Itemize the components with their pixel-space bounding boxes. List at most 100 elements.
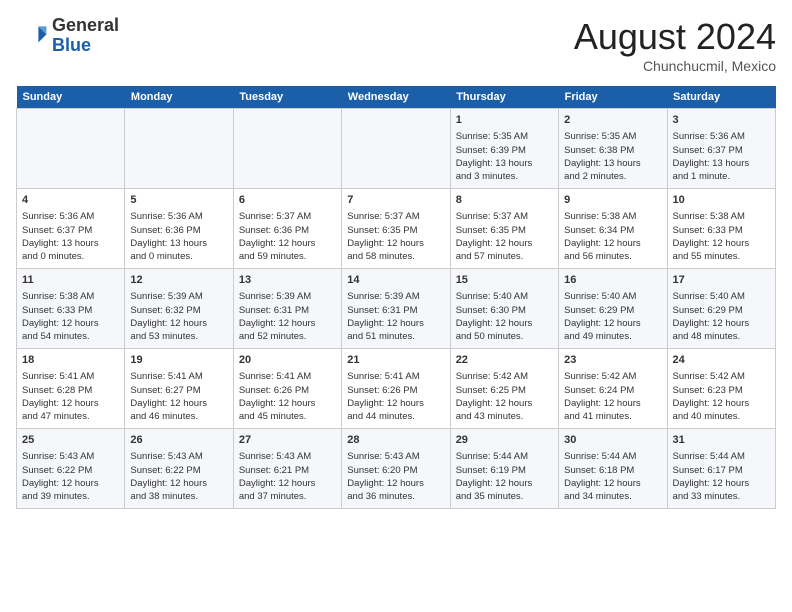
day-info-line: and 37 minutes. [239,490,336,503]
day-info-line: Sunrise: 5:41 AM [22,370,119,383]
day-info-line: Daylight: 12 hours [564,397,661,410]
day-number: 23 [564,353,661,368]
day-number: 6 [239,193,336,208]
day-cell-6: 6Sunrise: 5:37 AMSunset: 6:36 PMDaylight… [233,189,341,269]
day-cell-26: 26Sunrise: 5:43 AMSunset: 6:22 PMDayligh… [125,429,233,509]
day-info-line: Sunrise: 5:41 AM [347,370,444,383]
day-number: 14 [347,273,444,288]
day-info-line: Sunset: 6:17 PM [673,464,770,477]
day-cell-20: 20Sunrise: 5:41 AMSunset: 6:26 PMDayligh… [233,349,341,429]
day-info-line: Sunset: 6:21 PM [239,464,336,477]
day-info-line: and 43 minutes. [456,410,553,423]
column-header-wednesday: Wednesday [342,86,450,109]
day-info-line: Sunset: 6:30 PM [456,304,553,317]
day-info-line: and 57 minutes. [456,250,553,263]
day-info-line: Sunset: 6:23 PM [673,384,770,397]
day-info-line: Sunset: 6:36 PM [130,224,227,237]
day-info-line: Sunset: 6:36 PM [239,224,336,237]
month-year: August 2024 [574,16,776,58]
day-info-line: and 46 minutes. [130,410,227,423]
day-info-line: Sunset: 6:22 PM [22,464,119,477]
day-info-line: Sunrise: 5:41 AM [130,370,227,383]
day-info-line: Sunrise: 5:43 AM [347,450,444,463]
day-number: 28 [347,433,444,448]
day-info-line: Sunset: 6:19 PM [456,464,553,477]
day-cell-24: 24Sunrise: 5:42 AMSunset: 6:23 PMDayligh… [667,349,775,429]
week-row-5: 25Sunrise: 5:43 AMSunset: 6:22 PMDayligh… [17,429,776,509]
day-info-line: Sunset: 6:18 PM [564,464,661,477]
day-cell-2: 2Sunrise: 5:35 AMSunset: 6:38 PMDaylight… [559,109,667,189]
day-info-line: Sunset: 6:22 PM [130,464,227,477]
day-info-line: Sunset: 6:29 PM [673,304,770,317]
day-info-line: Sunrise: 5:44 AM [673,450,770,463]
day-info-line: Sunrise: 5:40 AM [456,290,553,303]
calendar-body: 1Sunrise: 5:35 AMSunset: 6:39 PMDaylight… [17,109,776,509]
day-cell-30: 30Sunrise: 5:44 AMSunset: 6:18 PMDayligh… [559,429,667,509]
day-info-line: Daylight: 12 hours [673,317,770,330]
day-info-line: Sunrise: 5:43 AM [239,450,336,463]
day-number: 19 [130,353,227,368]
day-info-line: Daylight: 12 hours [673,237,770,250]
day-info-line: Sunrise: 5:40 AM [673,290,770,303]
day-info-line: and 33 minutes. [673,490,770,503]
day-info-line: and 36 minutes. [347,490,444,503]
empty-cell [342,109,450,189]
day-info-line: and 47 minutes. [22,410,119,423]
day-info-line: Daylight: 13 hours [673,157,770,170]
day-cell-17: 17 Sunrise: 5:40 AMSunset: 6:29 PMDayligh… [667,269,775,349]
empty-cell [125,109,233,189]
day-number: 22 [456,353,553,368]
day-info-line: and 48 minutes. [673,330,770,343]
day-info-line: and 3 minutes. [456,170,553,183]
day-info-line: Sunrise: 5:35 AM [564,130,661,143]
day-number: 17 [673,273,770,288]
column-header-saturday: Saturday [667,86,775,109]
day-cell-31: 31Sunrise: 5:44 AMSunset: 6:17 PMDayligh… [667,429,775,509]
day-cell-10: 10Sunrise: 5:38 AMSunset: 6:33 PMDayligh… [667,189,775,269]
day-cell-29: 29Sunrise: 5:44 AMSunset: 6:19 PMDayligh… [450,429,558,509]
day-info-line: Sunrise: 5:37 AM [239,210,336,223]
day-info-line: Daylight: 13 hours [22,237,119,250]
day-info-line: Sunset: 6:34 PM [564,224,661,237]
day-info-line: Sunset: 6:35 PM [456,224,553,237]
day-info-line: Sunset: 6:35 PM [347,224,444,237]
day-info-line: Sunrise: 5:38 AM [564,210,661,223]
day-info-line: Sunset: 6:28 PM [22,384,119,397]
day-info-line: Sunset: 6:31 PM [239,304,336,317]
day-info-line: Sunrise: 5:39 AM [347,290,444,303]
day-info-line: Sunrise: 5:42 AM [456,370,553,383]
day-info-line: and 44 minutes. [347,410,444,423]
day-info-line: Sunset: 6:24 PM [564,384,661,397]
day-info-line: Daylight: 12 hours [22,397,119,410]
day-number: 21 [347,353,444,368]
day-cell-1: 1Sunrise: 5:35 AMSunset: 6:39 PMDaylight… [450,109,558,189]
day-info-line: Sunrise: 5:35 AM [456,130,553,143]
calendar-table: SundayMondayTuesdayWednesdayThursdayFrid… [16,86,776,509]
column-header-tuesday: Tuesday [233,86,341,109]
day-cell-23: 23 Sunrise: 5:42 AMSunset: 6:24 PMDayligh… [559,349,667,429]
day-info-line: Daylight: 13 hours [564,157,661,170]
week-row-4: 18Sunrise: 5:41 AMSunset: 6:28 PMDayligh… [17,349,776,429]
day-info-line: and 59 minutes. [239,250,336,263]
column-header-monday: Monday [125,86,233,109]
day-info-line: Sunrise: 5:44 AM [456,450,553,463]
day-info-line: Daylight: 12 hours [456,397,553,410]
day-info-line: Daylight: 12 hours [239,477,336,490]
day-info-line: Daylight: 12 hours [564,317,661,330]
day-info-line: Sunrise: 5:43 AM [130,450,227,463]
day-info-line: Sunrise: 5:42 AM [673,370,770,383]
title-block: August 2024 Chunchucmil, Mexico [574,16,776,74]
day-info-line: Sunset: 6:27 PM [130,384,227,397]
day-info-line: Daylight: 12 hours [456,317,553,330]
day-info-line: and 39 minutes. [22,490,119,503]
day-info-line: and 38 minutes. [130,490,227,503]
day-info-line: Sunrise: 5:42 AM [564,370,661,383]
day-cell-5: 5Sunrise: 5:36 AMSunset: 6:36 PMDaylight… [125,189,233,269]
day-info-line: Sunrise: 5:43 AM [22,450,119,463]
day-info-line: Sunrise: 5:39 AM [130,290,227,303]
day-info-line: Sunset: 6:37 PM [22,224,119,237]
day-info-line: Daylight: 12 hours [347,397,444,410]
day-info-line: Daylight: 12 hours [673,477,770,490]
day-info-line: Daylight: 13 hours [130,237,227,250]
day-number: 12 [130,273,227,288]
